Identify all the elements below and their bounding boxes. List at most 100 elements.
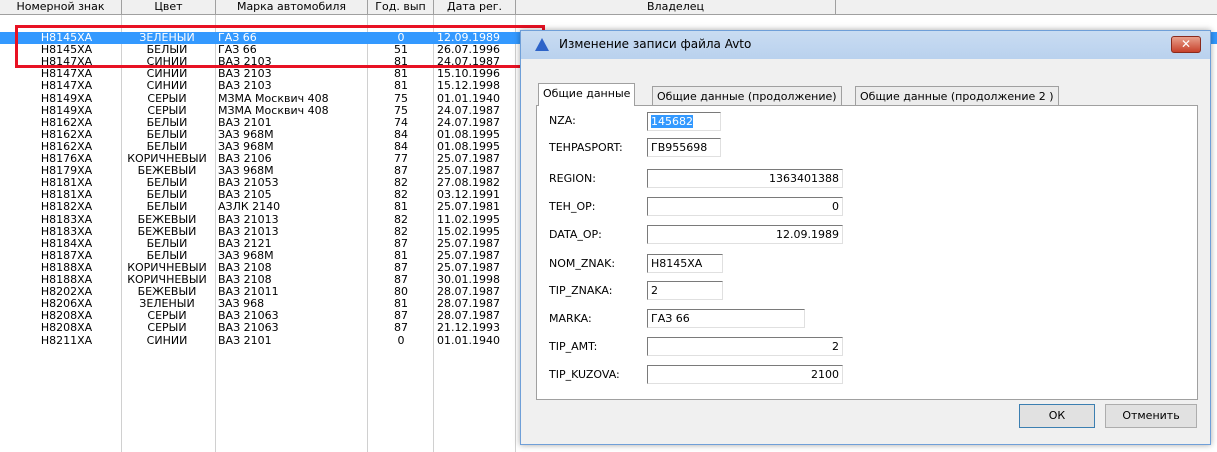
dialog-title-bar[interactable]: Изменение записи файла Avto ✕ bbox=[521, 31, 1210, 59]
cell-year: 87 bbox=[394, 237, 408, 250]
cell-brand: АЗЛК 2140 bbox=[218, 201, 281, 214]
close-icon[interactable]: ✕ bbox=[1171, 36, 1201, 53]
tab-general-continued-2[interactable]: Общие данные (продолжение 2 ) bbox=[855, 86, 1059, 105]
cell-plate: Н8208ХА bbox=[40, 322, 93, 335]
cell-plate: Н8176ХА bbox=[40, 153, 93, 165]
cell-color: БЕЖЕВЫЙ bbox=[137, 225, 197, 238]
cell-color: СЕРЫЙ bbox=[147, 92, 187, 105]
cell-year: 82 bbox=[394, 213, 408, 226]
cell-year: 84 bbox=[394, 128, 408, 141]
column-header-brand[interactable]: Марка автомобиля bbox=[216, 0, 368, 15]
column-header-color[interactable]: Цвет bbox=[122, 0, 216, 15]
field-label-tip-kuzova: TIP_KUZOVA: bbox=[549, 368, 620, 381]
cell-year: 0 bbox=[397, 334, 405, 347]
nza-value: 145682 bbox=[651, 115, 693, 128]
cell-color: СЕРЫЙ bbox=[147, 322, 187, 335]
cell-brand: ВАЗ 2103 bbox=[218, 68, 272, 81]
cell-plate: Н8183ХА bbox=[40, 225, 93, 238]
cancel-button[interactable]: Отменить bbox=[1105, 404, 1197, 428]
nza-field[interactable]: 145682 bbox=[647, 112, 721, 131]
field-label-marka: MARKA: bbox=[549, 312, 592, 325]
cell-brand: ЗАЗ 968М bbox=[218, 140, 274, 153]
tip-amt-field[interactable]: 2 bbox=[647, 337, 843, 356]
tab-general[interactable]: Общие данные bbox=[538, 83, 636, 106]
app-triangle-icon bbox=[535, 38, 549, 51]
cell-color: БЕЛЫЙ bbox=[146, 201, 188, 214]
cell-reg-date: 28.07.1987 bbox=[437, 298, 500, 311]
cell-year: 75 bbox=[394, 92, 408, 105]
cell-brand: ВАЗ 21013 bbox=[218, 213, 279, 226]
cell-year: 84 bbox=[394, 140, 408, 153]
cell-color: СИНИЙ bbox=[146, 80, 188, 93]
cell-reg-date: 03.12.1991 bbox=[437, 189, 500, 202]
field-label-nom-znak: NOM_ZNAK: bbox=[549, 257, 616, 270]
cell-brand: ВАЗ 21011 bbox=[218, 286, 279, 299]
cell-brand: ВАЗ 21063 bbox=[218, 322, 279, 335]
tip-znaka-field[interactable]: 2 bbox=[647, 281, 723, 300]
teh-op-field[interactable]: 0 bbox=[647, 197, 843, 216]
cell-color: БЕЛЫЙ bbox=[146, 237, 188, 250]
cell-year: 74 bbox=[394, 116, 408, 129]
cell-year: 87 bbox=[394, 165, 408, 178]
cell-plate: Н8188ХА bbox=[40, 261, 93, 274]
cell-color: КОРИЧНЕВЫЙ bbox=[127, 274, 207, 286]
header-filler bbox=[836, 0, 1217, 15]
cell-brand: ЗАЗ 968М bbox=[218, 128, 274, 141]
field-label-teh-op: TEH_OP: bbox=[549, 200, 596, 213]
cell-reg-date: 25.07.1981 bbox=[437, 201, 500, 214]
cell-plate: Н8179ХА bbox=[40, 165, 93, 178]
cell-color: БЕЖЕВЫЙ bbox=[137, 286, 197, 299]
data-op-field[interactable]: 12.09.1989 bbox=[647, 225, 843, 244]
cell-brand: ВАЗ 2106 bbox=[218, 153, 272, 165]
cell-plate: Н8182ХА bbox=[40, 201, 93, 214]
dialog-title: Изменение записи файла Avto bbox=[559, 37, 752, 51]
cell-reg-date: 01.01.1940 bbox=[437, 334, 500, 347]
column-header-year[interactable]: Год. вып bbox=[368, 0, 434, 15]
cell-reg-date: 15.10.1996 bbox=[437, 68, 500, 81]
cell-year: 81 bbox=[394, 80, 408, 93]
cell-color: БЕЛЫЙ bbox=[146, 177, 188, 190]
column-header-reg-date[interactable]: Дата рег. bbox=[434, 0, 516, 15]
cell-plate: Н8211ХА bbox=[40, 334, 93, 347]
cell-plate: Н8149ХА bbox=[40, 104, 93, 117]
region-field[interactable]: 1363401388 bbox=[647, 169, 843, 188]
cell-year: 75 bbox=[394, 104, 408, 117]
cell-brand: ВАЗ 21053 bbox=[218, 177, 279, 190]
cell-reg-date: 11.02.1995 bbox=[437, 213, 500, 226]
cell-brand: ВАЗ 2108 bbox=[218, 274, 272, 286]
cell-reg-date: 24.07.1987 bbox=[437, 116, 500, 129]
cell-color: СИНИЙ bbox=[146, 68, 188, 81]
column-header-plate[interactable]: Номерной знак bbox=[0, 0, 122, 15]
cell-year: 82 bbox=[394, 225, 408, 238]
highlight-annotation-box bbox=[15, 25, 545, 68]
cell-color: СЕРЫЙ bbox=[147, 310, 187, 323]
tip-kuzova-field[interactable]: 2100 bbox=[647, 365, 843, 384]
cell-color: СИНИЙ bbox=[146, 334, 188, 347]
cell-reg-date: 27.08.1982 bbox=[437, 177, 500, 190]
cell-brand: ВАЗ 2121 bbox=[218, 237, 272, 250]
ok-button[interactable]: ОК bbox=[1019, 404, 1095, 428]
nom-znak-field[interactable]: Н8145ХА bbox=[647, 254, 723, 273]
cell-year: 87 bbox=[394, 261, 408, 274]
cell-year: 81 bbox=[394, 249, 408, 262]
cell-year: 87 bbox=[394, 322, 408, 335]
field-label-nza: NZA: bbox=[549, 114, 576, 127]
edit-record-dialog: Изменение записи файла Avto ✕ Общие данн… bbox=[520, 30, 1211, 445]
cell-color: КОРИЧНЕВЫЙ bbox=[127, 153, 207, 165]
column-header-owner[interactable]: Владелец bbox=[516, 0, 836, 15]
cell-reg-date: 25.07.1987 bbox=[437, 153, 500, 165]
cell-color: БЕЛЫЙ bbox=[146, 140, 188, 153]
marka-field[interactable]: ГАЗ 66 bbox=[647, 309, 805, 328]
cell-reg-date: 15.02.1995 bbox=[437, 225, 500, 238]
cell-reg-date: 25.07.1987 bbox=[437, 165, 500, 178]
cell-year: 82 bbox=[394, 189, 408, 202]
cell-brand: ВАЗ 21063 bbox=[218, 310, 279, 323]
cell-brand: ВАЗ 2101 bbox=[218, 116, 272, 129]
field-label-data-op: DATA_OP: bbox=[549, 228, 602, 241]
cell-brand: МЗМА Москвич 408 bbox=[218, 92, 329, 105]
tab-general-continued[interactable]: Общие данные (продолжение) bbox=[652, 86, 842, 105]
cell-reg-date: 24.07.1987 bbox=[437, 104, 500, 117]
cell-color: БЕЛЫЙ bbox=[146, 249, 188, 262]
tehpasport-field[interactable]: ГВ955698 bbox=[647, 138, 721, 157]
cell-brand: ЗАЗ 968 bbox=[218, 298, 265, 311]
